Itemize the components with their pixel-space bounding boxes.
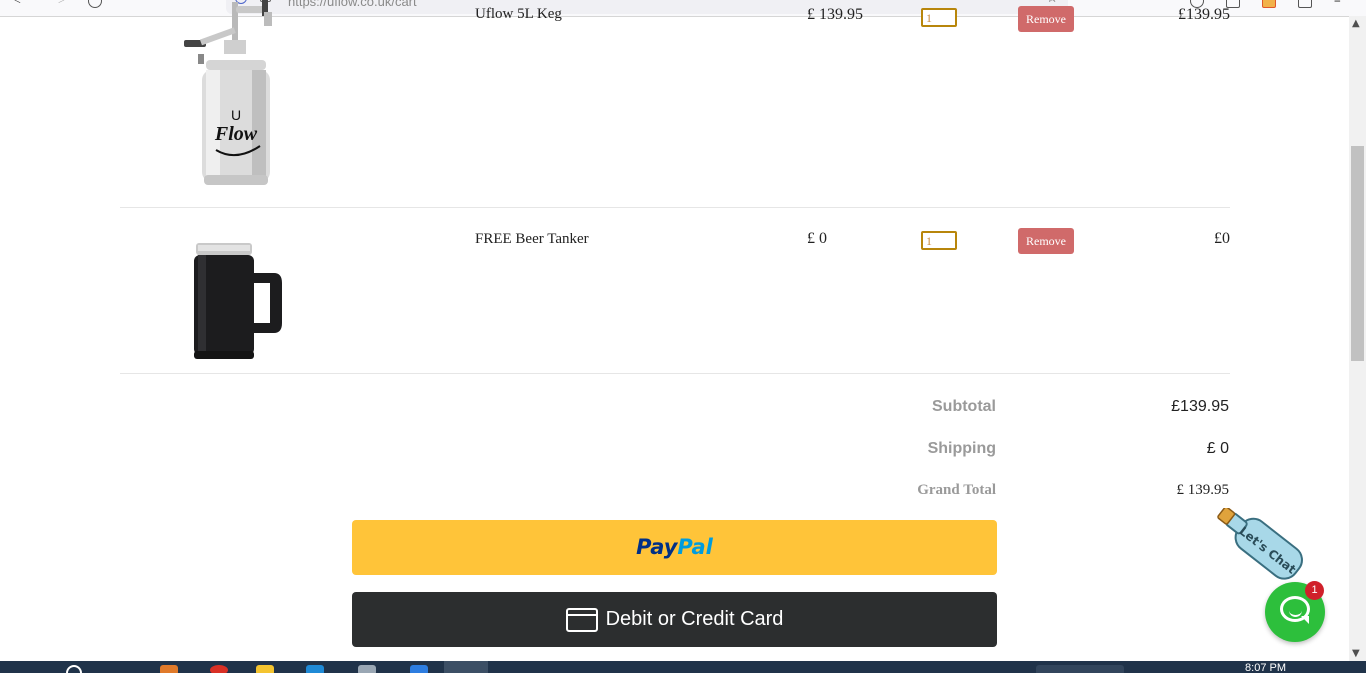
shipping-value: £ 0 <box>1206 440 1229 457</box>
library-icon[interactable] <box>1298 0 1312 8</box>
chat-notification-badge: 1 <box>1305 581 1324 600</box>
grand-total-label: Grand Total <box>917 482 996 498</box>
svg-text:Flow: Flow <box>214 123 258 145</box>
back-icon[interactable]: < <box>14 0 26 7</box>
vertical-scrollbar[interactable]: ▲ ▼ <box>1349 16 1366 661</box>
active-app-icon[interactable] <box>444 661 488 673</box>
quantity-input[interactable]: 1 <box>921 231 957 250</box>
product-price: £ 139.95 <box>807 6 863 23</box>
app-icon[interactable] <box>410 665 428 673</box>
keg-image: U Flow <box>184 0 272 185</box>
quantity-input[interactable]: 1 <box>921 8 957 27</box>
scroll-down-icon[interactable]: ▼ <box>1352 648 1360 659</box>
subtotal-value: £139.95 <box>1171 398 1229 415</box>
search-icon[interactable] <box>66 665 82 673</box>
remove-button[interactable]: Remove <box>1018 228 1074 254</box>
shipping-label: Shipping <box>927 440 996 457</box>
product-name[interactable]: Uflow 5L Keg <box>475 6 562 23</box>
grand-total-value: £ 139.95 <box>1176 482 1230 498</box>
debit-credit-card-button[interactable]: Debit or Credit Card <box>352 592 997 647</box>
cart-row-tanker: FREE Beer Tanker £ 0 1 Remove £0 <box>120 207 1230 374</box>
app-icon[interactable] <box>160 665 178 673</box>
menu-icon[interactable]: ≡ <box>1334 0 1346 7</box>
paypal-button[interactable]: PayPal <box>352 520 997 575</box>
addon-icon[interactable] <box>1262 0 1276 8</box>
folder-icon[interactable] <box>256 665 274 673</box>
scroll-up-icon[interactable]: ▲ <box>1352 18 1360 29</box>
app-icon[interactable] <box>358 665 376 673</box>
browser-icon[interactable] <box>210 665 228 673</box>
beer-tanker-image <box>194 243 282 359</box>
cart-row-keg: U Flow Uflow 5L Keg £ 139.95 1 Remove £1… <box>120 0 1230 208</box>
paypal-logo-pay: Pay <box>636 535 678 559</box>
clock[interactable]: 8:07 PM <box>1245 662 1286 673</box>
remove-button[interactable]: Remove <box>1018 6 1074 32</box>
forward-icon[interactable]: > <box>58 0 70 7</box>
paypal-logo-pal: Pal <box>677 535 713 559</box>
tray-widget[interactable] <box>1036 665 1124 673</box>
credit-card-icon <box>565 607 598 632</box>
product-name[interactable]: FREE Beer Tanker <box>475 231 589 248</box>
svg-text:U: U <box>231 107 241 123</box>
line-total: £0 <box>1214 230 1230 247</box>
product-price: £ 0 <box>807 230 827 247</box>
chat-bubble-tail <box>1301 616 1309 624</box>
scrollbar-thumb[interactable] <box>1351 146 1364 361</box>
line-total: £139.95 <box>1178 6 1230 23</box>
subtotal-label: Subtotal <box>932 398 996 415</box>
lets-chat-bottle-icon[interactable]: Let's Chat <box>1208 508 1318 588</box>
card-button-label: Debit or Credit Card <box>605 608 784 630</box>
store-icon[interactable] <box>306 665 324 673</box>
reload-icon[interactable] <box>88 0 102 8</box>
taskbar: 8:07 PM <box>0 661 1366 673</box>
